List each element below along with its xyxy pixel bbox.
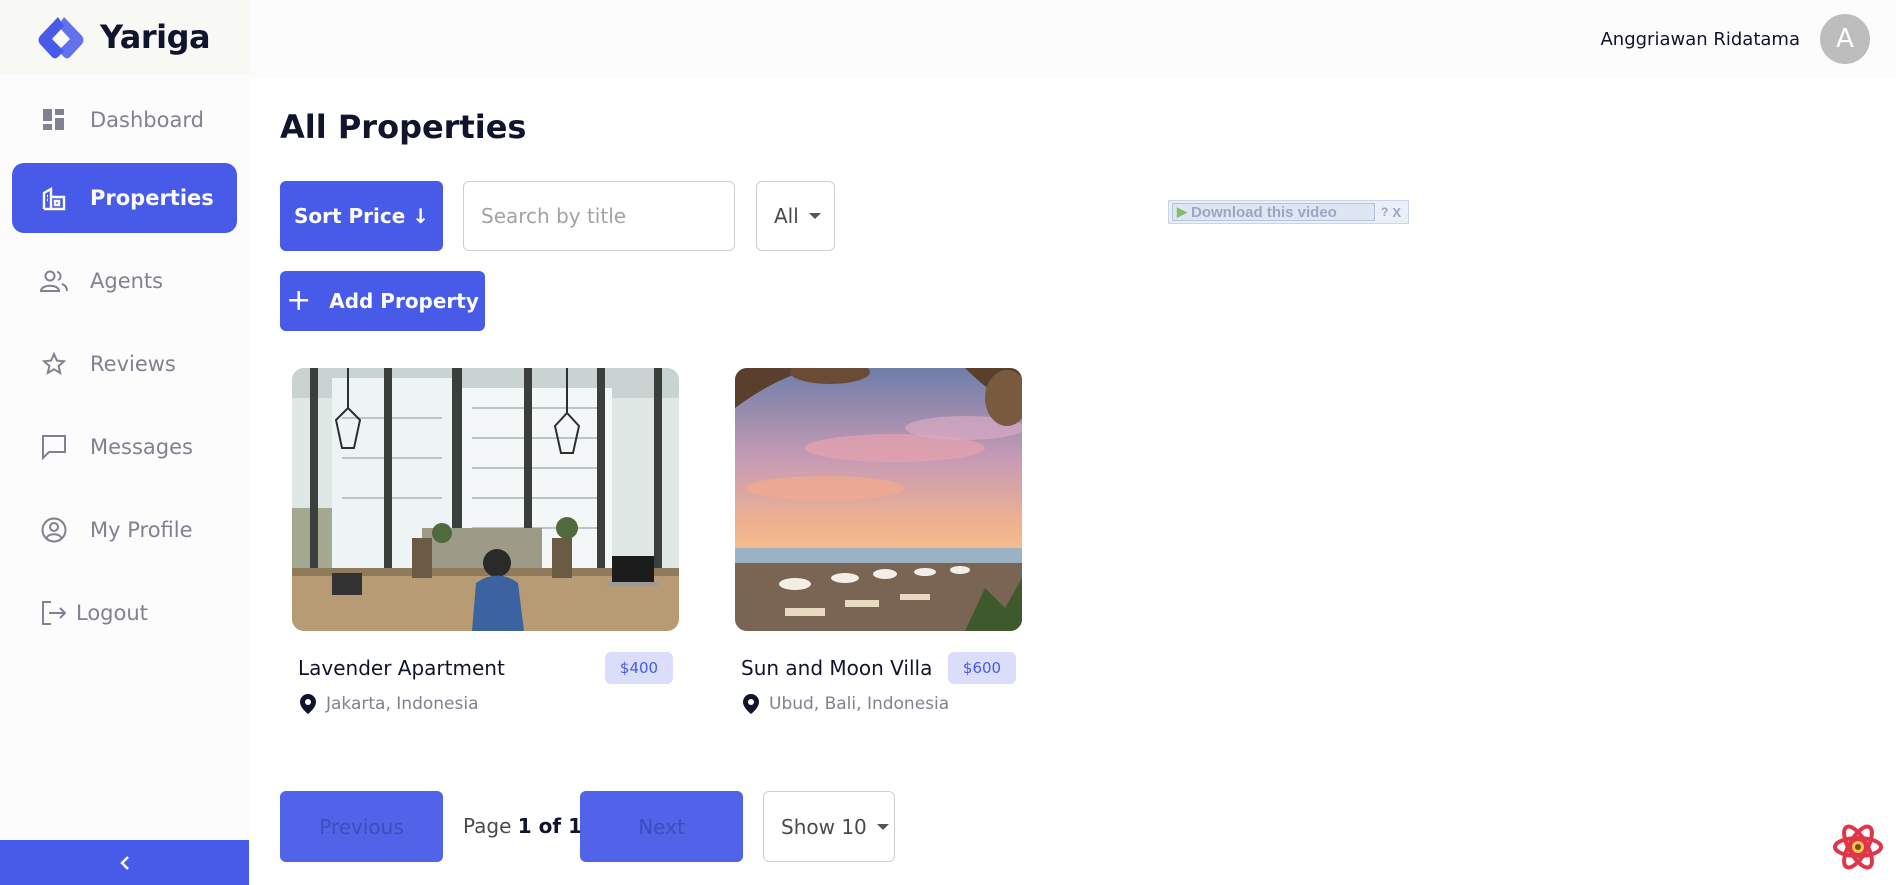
property-card[interactable]: Sun and Moon Villa $600 Ubud, Bali, Indo… (735, 368, 1022, 714)
property-photo (735, 368, 1022, 631)
property-type-value: All (774, 204, 799, 228)
download-video-button[interactable]: ▶ Download this video (1172, 203, 1375, 221)
react-devtools-icon[interactable] (1832, 821, 1884, 873)
sidebar-item-label: Agents (90, 269, 164, 293)
next-page-button[interactable]: Next (580, 791, 743, 862)
help-icon[interactable]: ? (1381, 205, 1388, 219)
previous-page-button[interactable]: Previous (280, 791, 443, 862)
search-input[interactable] (463, 181, 735, 251)
close-icon[interactable]: X (1392, 205, 1401, 220)
sidebar-collapse-button[interactable] (0, 840, 249, 885)
yariga-logo-icon (38, 17, 84, 59)
dashboard-icon (40, 106, 68, 134)
location-pin-icon (300, 694, 316, 714)
location-text: Jakarta, Indonesia (326, 694, 479, 714)
sidebar-item-my-profile[interactable]: My Profile (12, 495, 237, 565)
sidebar-item-agents[interactable]: Agents (12, 246, 237, 316)
sidebar: Yariga Dashboard Properties Agents Revie… (0, 0, 249, 885)
star-icon (40, 350, 68, 378)
chevron-left-icon (119, 855, 129, 870)
download-video-overlay[interactable]: ▶ Download this video ? X (1168, 200, 1409, 224)
caret-down-icon (876, 823, 889, 830)
caret-down-icon (808, 213, 821, 219)
agents-icon (40, 267, 68, 295)
page-size-select[interactable]: Show 10 (763, 791, 895, 862)
property-location: Ubud, Bali, Indonesia (743, 694, 949, 714)
download-video-label: Download this video (1191, 203, 1337, 221)
page-indicator: Page 1 of 1 (463, 814, 582, 838)
brand-name: Yariga (100, 18, 211, 56)
location-pin-icon (743, 694, 759, 714)
page-title: All Properties (280, 108, 527, 146)
sidebar-item-reviews[interactable]: Reviews (12, 329, 237, 399)
profile-icon (40, 516, 68, 544)
location-text: Ubud, Bali, Indonesia (769, 694, 950, 714)
sidebar-item-messages[interactable]: Messages (12, 412, 237, 482)
sort-price-button[interactable]: Sort Price ↓ (280, 181, 443, 251)
price-badge: $400 (605, 652, 673, 684)
page-size-value: Show 10 (781, 814, 867, 839)
property-location: Jakarta, Indonesia (300, 694, 479, 714)
sidebar-item-properties[interactable]: Properties (12, 163, 237, 233)
logout-icon (40, 599, 68, 627)
sidebar-item-label: Dashboard (90, 108, 204, 132)
play-icon: ▶ (1177, 204, 1187, 219)
add-property-label: Add Property (329, 289, 479, 313)
user-name: Anggriawan Ridatama (1600, 28, 1800, 50)
page-prefix: Page (463, 814, 512, 838)
property-title: Lavender Apartment (298, 656, 505, 680)
sidebar-item-label: Messages (90, 435, 193, 459)
top-header: Anggriawan Ridatama A (249, 0, 1896, 78)
logo[interactable]: Yariga (0, 0, 249, 74)
page-value: 1 of 1 (517, 814, 582, 838)
property-photo (292, 368, 679, 631)
main-content: All Properties Sort Price ↓ All ▶ Downlo… (249, 78, 1896, 885)
sidebar-item-label: My Profile (90, 518, 193, 542)
property-type-select[interactable]: All (756, 181, 835, 251)
property-title: Sun and Moon Villa (741, 656, 933, 680)
properties-icon (40, 184, 68, 212)
sidebar-item-dashboard[interactable]: Dashboard (12, 85, 237, 155)
sidebar-item-logout[interactable]: Logout (12, 578, 237, 648)
message-icon (40, 433, 68, 461)
plus-icon: + (286, 283, 312, 318)
sidebar-item-label: Logout (76, 601, 148, 625)
price-badge: $600 (948, 652, 1016, 684)
sidebar-item-label: Properties (90, 186, 214, 210)
add-property-button[interactable]: + Add Property (280, 271, 485, 331)
avatar[interactable]: A (1820, 14, 1870, 64)
sidebar-item-label: Reviews (90, 352, 176, 376)
property-card[interactable]: Lavender Apartment $400 Jakarta, Indones… (292, 368, 679, 714)
